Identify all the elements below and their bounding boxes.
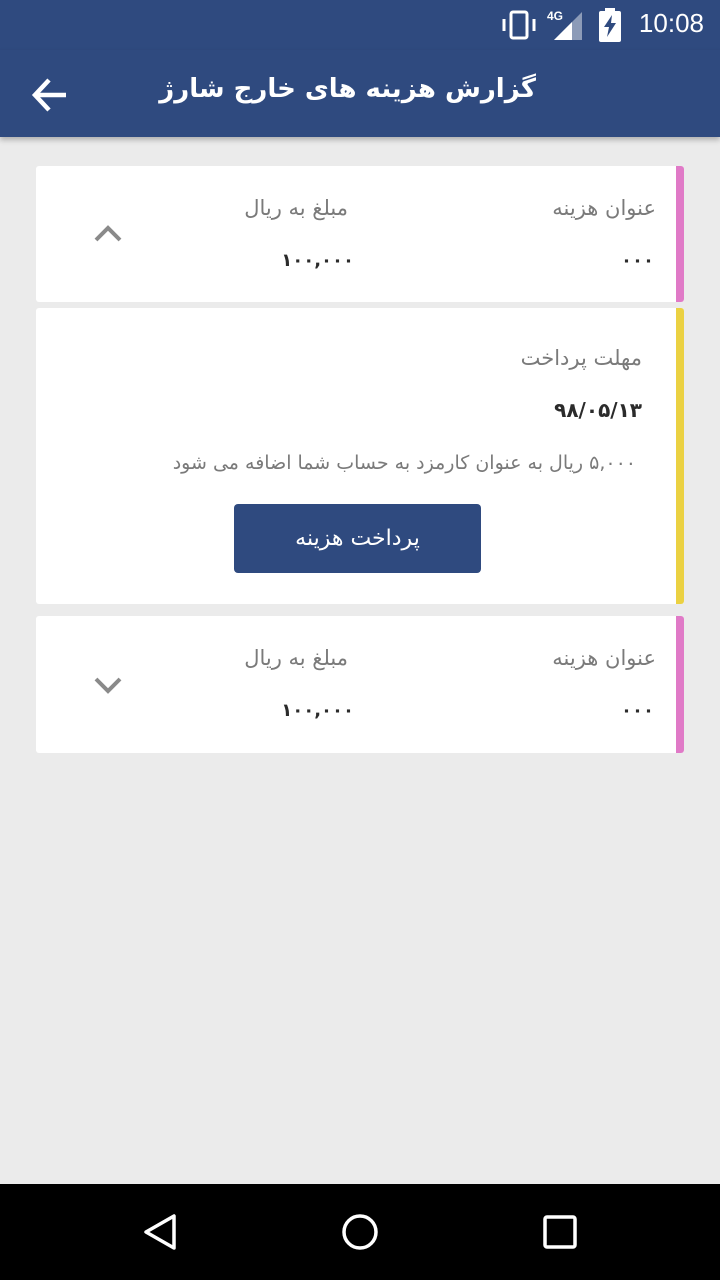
- amount-value: ۱۰۰,۰۰۰: [281, 250, 354, 271]
- battery-charging-icon: [599, 8, 621, 42]
- vibrate-icon: [502, 10, 536, 40]
- amount-value: ۱۰۰,۰۰۰: [281, 700, 354, 721]
- card-stripe: [676, 308, 684, 604]
- payment-details-card: مهلت پرداخت ۹۸/۰۵/۱۳ ۵,۰۰۰ ریال به عنوان…: [36, 308, 684, 604]
- card-stripe: [676, 616, 684, 753]
- navigation-bar: [0, 1184, 720, 1280]
- signal-icon: [554, 12, 582, 40]
- amount-label: مبلغ به ریال: [244, 196, 348, 220]
- chevron-up-icon[interactable]: [93, 218, 123, 248]
- status-bar: 4G 10:08: [0, 0, 720, 50]
- amount-label: مبلغ به ریال: [244, 646, 348, 670]
- expense-title-label: عنوان هزینه: [552, 196, 656, 220]
- home-circle-icon[interactable]: [340, 1212, 380, 1252]
- back-triangle-icon[interactable]: [140, 1212, 180, 1252]
- chevron-down-icon[interactable]: [93, 671, 123, 701]
- arrow-left-icon[interactable]: [30, 75, 70, 115]
- deadline-value: ۹۸/۰۵/۱۳: [554, 398, 642, 422]
- deadline-label: مهلت پرداخت: [520, 346, 642, 370]
- expense-title-value: ۰۰۰: [621, 700, 654, 721]
- app-bar: گزارش هزینه های خارج شارژ: [0, 50, 720, 137]
- expense-title-label: عنوان هزینه: [552, 646, 656, 670]
- fee-note: ۵,۰۰۰ ریال به عنوان کارمزد به حساب شما ا…: [172, 452, 636, 474]
- recents-square-icon[interactable]: [540, 1212, 580, 1252]
- card-stripe: [676, 166, 684, 302]
- page-title: گزارش هزینه های خارج شارژ: [159, 74, 536, 104]
- expense-title-value: ۰۰۰: [621, 250, 654, 271]
- clock: 10:08: [638, 8, 704, 38]
- expense-card[interactable]: عنوان هزینه ۰۰۰ مبلغ به ریال ۱۰۰,۰۰۰: [36, 166, 684, 302]
- expense-card[interactable]: عنوان هزینه ۰۰۰ مبلغ به ریال ۱۰۰,۰۰۰: [36, 616, 684, 753]
- pay-expense-button[interactable]: پرداخت هزینه: [234, 504, 481, 573]
